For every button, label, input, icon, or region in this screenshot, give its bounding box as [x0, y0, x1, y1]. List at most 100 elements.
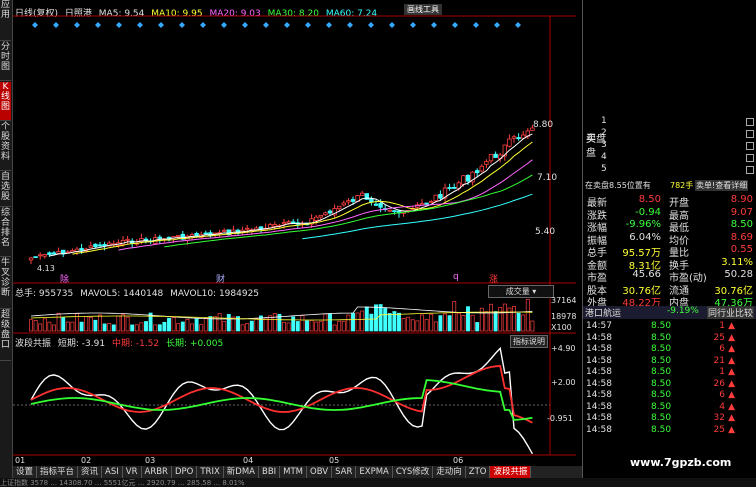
sector-name: 港口航运: [585, 309, 622, 319]
volume-bar: [272, 313, 277, 332]
tab-indicator-4[interactable]: VR: [123, 466, 142, 478]
tick-price: 8.50: [651, 332, 672, 343]
indicator-select-value: 成交量: [505, 287, 530, 296]
volume-bar: [341, 320, 346, 332]
candle-body: [97, 244, 103, 247]
tick-price: 8.50: [651, 344, 672, 354]
quote-row: 市盈 45.66 市盈(动) 50.28: [583, 269, 756, 284]
volume-bar: [300, 315, 305, 332]
tab-indicator-1[interactable]: 指标平台: [37, 466, 79, 478]
tick-volume: 6: [719, 390, 725, 400]
tab-indicator-16[interactable]: ZTO: [466, 466, 491, 478]
volume-bar: [507, 307, 512, 332]
diamond-marker: [494, 22, 500, 28]
left-tab-1[interactable]: 分时图: [0, 42, 11, 81]
tab-indicator-13[interactable]: EXPMA: [356, 466, 393, 478]
info-line: 在卖盘8.55位置有 782手 卖单!查看详细: [583, 180, 756, 192]
ma20-line: [118, 159, 533, 251]
candle-body: [79, 248, 84, 251]
indicator-tabs: 设置 指标平台 资讯 ASI VR ARBR DPO TRIX 新DMA BBI MTM OBV SAR…: [13, 466, 618, 478]
candle-body: [157, 236, 162, 239]
marker-finance: 财: [216, 275, 226, 285]
volume-bar: [29, 319, 33, 332]
tick-time: 14:58: [586, 332, 612, 343]
volume-bar: [383, 308, 388, 332]
candle-body: [51, 252, 57, 255]
volume-bar: [153, 324, 158, 332]
left-tab-4[interactable]: 自选股: [0, 172, 11, 207]
tab-indicator-0[interactable]: 设置: [13, 466, 38, 478]
tab-indicator-5[interactable]: ARBR: [142, 466, 172, 478]
tick-time: 14:58: [586, 390, 612, 400]
left-tab-2[interactable]: K线图: [0, 82, 11, 121]
tab-indicator-2[interactable]: 资讯: [78, 466, 103, 478]
tab-indicator-10[interactable]: MTM: [280, 466, 308, 478]
volume-bar: [268, 315, 273, 332]
diamond-marker: [515, 22, 521, 28]
diamond-marker: [53, 22, 59, 28]
diamond-marker: [221, 22, 227, 28]
osc-legend: 波段共振 短期: -3.91 中期: -1.52 长期: +0.005: [15, 336, 227, 349]
volume-bar: [125, 316, 130, 332]
tab-indicator-8[interactable]: 新DMA: [224, 466, 259, 478]
candle-body: [465, 174, 471, 182]
date-tick-06: 06: [453, 456, 464, 465]
candle-body: [479, 165, 484, 172]
volume-bar: [475, 322, 480, 332]
tab-indicator-11[interactable]: OBV: [307, 466, 333, 478]
diamond-marker: [347, 22, 353, 28]
candle-body: [428, 200, 434, 203]
volume-bar: [314, 321, 319, 332]
tab-indicator-12[interactable]: SAR: [332, 466, 357, 478]
tab-indicator-17[interactable]: 波段共振: [490, 466, 532, 478]
quote-value-2: 8.90: [730, 194, 753, 205]
candle-body: [125, 238, 130, 241]
volume-bar: [443, 313, 447, 332]
candle-body: [516, 137, 521, 140]
sector-compare-button[interactable]: 同行业比较: [707, 306, 755, 319]
tab-indicator-3[interactable]: ASI: [102, 466, 123, 478]
osc-axis-1: +4.90: [551, 344, 576, 353]
tick-price: 8.50: [651, 378, 672, 389]
quote-value-2: 9.07: [730, 206, 753, 218]
tab-indicator-14[interactable]: CYS修改: [393, 466, 434, 478]
up-arrow-icon: ▲: [728, 424, 735, 435]
volume-bar: [452, 301, 457, 332]
kline-chart-area[interactable]: 日线(复权) 日照港 MA5: 9.54 MA10: 9.95 MA20: 9.…: [13, 0, 576, 466]
volume-bar: [263, 317, 268, 332]
left-tab-7[interactable]: 超级盘口: [0, 310, 11, 361]
volume-bar: [226, 314, 231, 332]
tab-indicator-6[interactable]: DPO: [172, 466, 198, 478]
candle-body: [438, 193, 443, 199]
tab-indicator-7[interactable]: TRIX: [197, 466, 224, 478]
indicator-select[interactable]: 成交量 ▾: [488, 285, 554, 298]
tick-volume: 25: [713, 424, 725, 435]
candle-body: [447, 187, 452, 189]
left-tab-0[interactable]: 应用: [0, 0, 11, 41]
volume-bar: [254, 318, 259, 332]
volume-bar: [180, 321, 185, 332]
tab-indicator-9[interactable]: BBI: [259, 466, 281, 478]
mid-term-line: [30, 365, 533, 424]
tick-price: 8.50: [651, 413, 672, 423]
diamond-marker: [284, 22, 290, 28]
date-tick-01: 01: [15, 456, 26, 465]
osc-short: 短期: -3.91: [57, 339, 106, 349]
sector-change: -9.19%: [667, 306, 699, 316]
tick-time: 14:57: [586, 321, 612, 331]
volume-bar: [429, 313, 434, 332]
quote-value-2: 8.69: [730, 231, 753, 243]
indicator-help-button[interactable]: 指标说明: [510, 335, 548, 348]
diamond-marker: [452, 22, 458, 28]
candle-body: [272, 224, 277, 227]
volume-bar: [42, 318, 47, 332]
tab-indicator-15[interactable]: 走动向: [433, 466, 466, 478]
detail-link[interactable]: 卖单!查看详细: [695, 180, 749, 191]
volume-bar: [199, 324, 204, 332]
buy-label-2: 盘: [586, 148, 596, 159]
left-tab-6[interactable]: 牛叉诊断: [0, 258, 11, 309]
osc-long: 长期: +0.005: [166, 339, 224, 349]
left-tab-5[interactable]: 综合排名: [0, 208, 11, 257]
left-tab-3[interactable]: 个股资料: [0, 122, 11, 171]
tick-time: 14:58: [586, 344, 612, 354]
